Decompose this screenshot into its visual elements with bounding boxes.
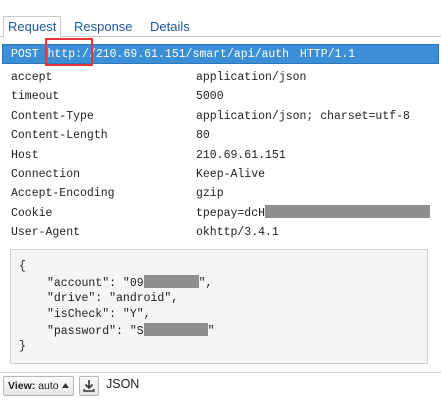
header-name: Connection [11, 167, 81, 181]
header-value: 210.69.61.151 [196, 148, 286, 162]
table-row: Host 210.69.61.151 [0, 146, 441, 165]
table-row: Cookie tpepay=dcH [0, 204, 441, 223]
request-url-path: /210.69.61.151/smart/api/auth [88, 48, 290, 61]
body-account-value-end: ", [198, 277, 213, 290]
tab-bar-divider [0, 36, 441, 37]
tab-bar: Request Response Details [0, 0, 441, 38]
header-name: Content-Type [11, 109, 94, 123]
format-label: JSON [106, 377, 140, 391]
header-name: Content-Length [11, 129, 108, 143]
table-row: accept application/json [0, 68, 441, 87]
header-name: User-Agent [11, 226, 81, 240]
table-row: timeout 5000 [0, 87, 441, 106]
header-name: timeout [11, 90, 60, 104]
bottom-toolbar: View: auto JSON [0, 372, 441, 399]
body-password-key: "password": [47, 325, 130, 338]
body-password-value-end: " [207, 325, 215, 338]
header-value: application/json; charset=utf-8 [196, 109, 410, 123]
request-body-panel: { "account": "09 ", "drive": "android", "… [10, 249, 428, 364]
redaction-block [143, 323, 208, 336]
download-button[interactable] [79, 376, 99, 396]
body-open-brace: { [19, 260, 26, 273]
header-name: Cookie [11, 206, 53, 220]
redaction-block [265, 204, 431, 218]
request-url-scheme: http:/ [47, 48, 89, 61]
body-line-drive: "drive": "android", [47, 292, 179, 305]
header-value: 5000 [196, 90, 224, 104]
body-line-password: "password": "S " [47, 323, 215, 339]
header-name: accept [11, 71, 53, 84]
header-name: Accept-Encoding [11, 187, 115, 201]
table-row: Accept-Encoding gzip [0, 184, 441, 203]
headers-table: accept application/json timeout 5000 Con… [0, 68, 441, 243]
body-account-value-start: "09 [122, 277, 144, 290]
header-value: okhttp/3.4.1 [196, 226, 279, 240]
caret-up-icon [61, 383, 69, 388]
body-password-value-start: "S [129, 325, 144, 338]
header-value: Keep-Alive [196, 167, 266, 181]
table-row: Content-Type application/json; charset=u… [0, 107, 441, 126]
header-value: tpepay=dcH [196, 204, 431, 223]
tab-request[interactable]: Request [3, 16, 62, 38]
view-label: View: [8, 380, 36, 392]
header-value: application/json [196, 71, 307, 84]
tab-details[interactable]: Details [150, 17, 190, 37]
blank-area [0, 398, 441, 419]
request-method: POST [11, 48, 39, 61]
cookie-value-text: tpepay=dcH [196, 206, 266, 220]
body-line-account: "account": "09 ", [47, 275, 212, 291]
header-name: Host [11, 148, 39, 162]
body-close-brace: } [19, 340, 26, 353]
view-value: auto [38, 380, 59, 392]
download-icon [83, 380, 95, 392]
body-account-key: "account": [47, 277, 123, 290]
request-protocol: HTTP/1.1 [299, 48, 356, 61]
tab-response[interactable]: Response [74, 17, 133, 37]
body-line-ischeck: "isCheck": "Y", [47, 308, 151, 321]
redaction-block [143, 275, 199, 288]
view-mode-dropdown[interactable]: View: auto [3, 376, 74, 396]
request-line: POST http://210.69.61.151/smart/api/auth… [2, 44, 439, 64]
table-row: Content-Length 80 [0, 126, 441, 145]
table-row: Connection Keep-Alive [0, 165, 441, 184]
header-value: 80 [196, 129, 210, 143]
table-row: User-Agent okhttp/3.4.1 [0, 223, 441, 242]
header-value: gzip [196, 187, 224, 201]
